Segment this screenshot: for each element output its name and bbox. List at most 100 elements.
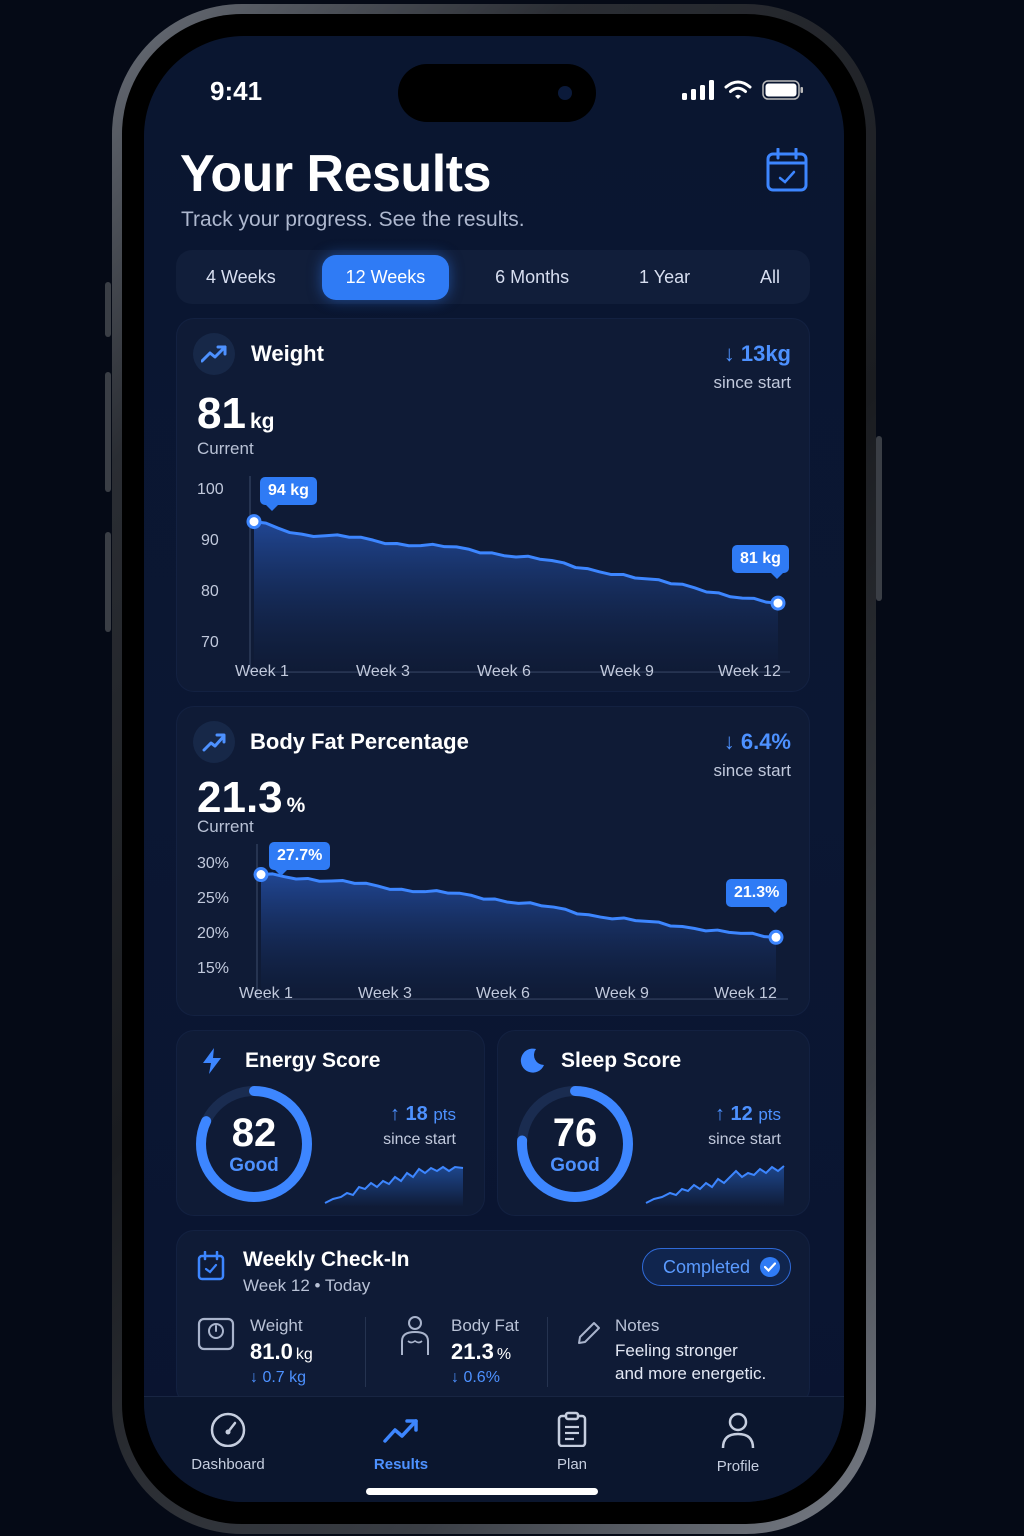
- checkin-weight-unit: kg: [295, 1346, 313, 1363]
- weight-area: [254, 521, 778, 672]
- energy-score-value: 82: [231, 1111, 277, 1155]
- weight-x-tick: Week 12: [718, 663, 781, 680]
- tab-plan-label: Plan: [556, 1456, 588, 1473]
- energy-score-title: Energy Score: [245, 1049, 381, 1072]
- checkin-notes-line-2: and more energetic.: [615, 1364, 767, 1383]
- checkin-weight-delta-value: 0.7 kg: [262, 1369, 307, 1386]
- tab-results-label: Results: [373, 1456, 429, 1473]
- battery-icon: [762, 80, 803, 100]
- range-12-weeks[interactable]: 12 Weeks: [321, 254, 450, 300]
- body-fat-x-tick: Week 9: [595, 985, 649, 1002]
- weight-x-tick: Week 9: [600, 663, 654, 680]
- sleep-score-label: Good: [550, 1155, 600, 1176]
- weight-point: [246, 514, 262, 530]
- clipboard-icon: [557, 1411, 587, 1448]
- silent-switch: [105, 282, 111, 337]
- divider: [365, 1317, 366, 1387]
- user-icon: [721, 1412, 755, 1449]
- checkin-weight-label: Weight: [250, 1316, 303, 1335]
- body-fat-x-tick: Week 6: [476, 985, 530, 1002]
- app-screen: 9:41 Your Results Track your progress. S…: [144, 36, 844, 1502]
- weight-start-label: 94 kg: [260, 477, 317, 511]
- checkin-fat-unit: %: [496, 1346, 512, 1363]
- sleep-score-delta: ↑ 12 pts: [715, 1103, 781, 1126]
- tab-profile[interactable]: Profile: [678, 1411, 798, 1475]
- sleep-score-card[interactable]: Sleep Score 76 Good ↑ 12 pts since start: [497, 1030, 810, 1216]
- checkin-fat-delta-value: 0.6%: [463, 1369, 500, 1386]
- lightning-icon: [203, 1048, 221, 1074]
- sleep-score-caption: since start: [708, 1131, 781, 1148]
- checkin-weight-value: 81.0 kg: [250, 1339, 313, 1365]
- checkin-fat-number: 21.3: [451, 1339, 494, 1364]
- status-icons: [682, 80, 804, 100]
- body-fat-card[interactable]: Body Fat Percentage ↓ 6.4% since start 2…: [176, 706, 810, 1016]
- power-button: [876, 436, 882, 601]
- weight-end-label: 81 kg: [732, 545, 789, 579]
- tab-results[interactable]: Results: [341, 1411, 461, 1473]
- tab-plan[interactable]: Plan: [512, 1411, 632, 1473]
- checkin-fat-delta: ↓ 0.6%: [451, 1369, 500, 1387]
- weekly-checkin-card[interactable]: Weekly Check-In Week 12 • Today Complete…: [176, 1230, 810, 1406]
- checkin-weight-number: 81.0: [250, 1339, 293, 1364]
- range-4-weeks[interactable]: 4 Weeks: [182, 255, 300, 300]
- body-icon: [401, 1316, 429, 1355]
- signal-icon: [682, 80, 714, 100]
- sleep-delta-unit: pts: [758, 1105, 781, 1124]
- body-fat-point: [253, 867, 269, 883]
- range-6-months[interactable]: 6 Months: [471, 255, 593, 300]
- dynamic-island: [398, 64, 596, 122]
- tab-dashboard-label: Dashboard: [191, 1456, 265, 1473]
- range-1-year[interactable]: 1 Year: [615, 255, 714, 300]
- weight-x-tick: Week 1: [235, 663, 289, 680]
- weight-card[interactable]: Weight ↓ 13kg since start 81 kg Current 1…: [176, 318, 810, 692]
- arrow-up-icon: ↑: [714, 1103, 731, 1125]
- trend-icon: [383, 1419, 418, 1443]
- checkin-notes-label: Notes: [615, 1316, 660, 1335]
- body-fat-area: [261, 873, 776, 999]
- body-fat-x-tick: Week 1: [239, 985, 293, 1002]
- energy-score-card[interactable]: Energy Score 82 Good ↑ 18 pts since star…: [176, 1030, 485, 1216]
- checkin-subtitle: Week 12 • Today: [243, 1276, 371, 1295]
- tab-bar: Dashboard Results Plan Profile: [144, 1396, 844, 1502]
- range-all[interactable]: All: [736, 255, 804, 300]
- body-fat-point: [768, 929, 784, 945]
- arrow-up-icon: ↑: [389, 1103, 406, 1125]
- weight-point: [770, 595, 786, 611]
- phone-frame: 9:41 Your Results Track your progress. S…: [112, 4, 876, 1534]
- sleep-score-title: Sleep Score: [561, 1049, 682, 1072]
- energy-delta-value: 18: [405, 1103, 428, 1125]
- gauge-icon: [210, 1412, 246, 1448]
- energy-delta-unit: pts: [433, 1105, 456, 1124]
- wifi-icon: [724, 80, 752, 99]
- range-selector: 4 Weeks 12 Weeks 6 Months 1 Year All: [176, 250, 810, 304]
- calendar-icon[interactable]: [766, 148, 808, 192]
- body-fat-end-label: 21.3%: [726, 879, 788, 913]
- volume-up-button: [105, 372, 111, 492]
- volume-down-button: [105, 532, 111, 632]
- page-title: Your Results: [180, 145, 491, 203]
- checkin-status-text: Completed: [663, 1256, 751, 1277]
- scale-icon: [197, 1317, 235, 1351]
- weight-x-tick: Week 6: [477, 663, 531, 680]
- tab-profile-label: Profile: [716, 1458, 760, 1475]
- divider: [547, 1317, 548, 1387]
- check-icon: [760, 1257, 781, 1277]
- checkin-title: Weekly Check-In: [243, 1248, 410, 1271]
- tab-dashboard[interactable]: Dashboard: [168, 1411, 288, 1473]
- sleep-score-value: 76: [552, 1111, 598, 1155]
- body-fat-start-label: 27.7%: [269, 842, 331, 876]
- pencil-icon: [578, 1322, 600, 1344]
- checkin-notes-line-1: Feeling stronger: [615, 1341, 738, 1360]
- body-fat-x-tick: Week 12: [714, 985, 777, 1002]
- sleep-sparkline: [645, 1165, 785, 1207]
- calendar-check-icon: [197, 1251, 225, 1281]
- energy-score-delta: ↑ 18 pts: [390, 1103, 456, 1126]
- moon-icon: [520, 1048, 544, 1073]
- checkin-fat-value: 21.3%: [451, 1339, 511, 1365]
- checkin-weight-delta: ↓ 0.7 kg: [250, 1369, 306, 1387]
- sleep-delta-value: 12: [730, 1103, 753, 1125]
- energy-score-label: Good: [229, 1155, 279, 1176]
- checkin-status-badge[interactable]: Completed: [642, 1248, 792, 1286]
- weight-x-tick: Week 3: [356, 663, 410, 680]
- energy-sparkline: [324, 1165, 464, 1207]
